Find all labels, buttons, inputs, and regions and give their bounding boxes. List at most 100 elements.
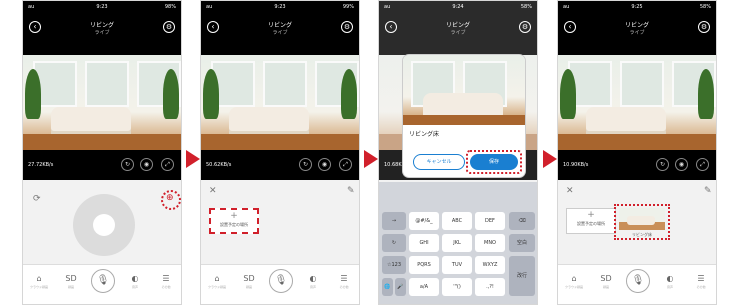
refresh-icon[interactable]: ⟳	[33, 194, 41, 204]
tab-audio[interactable]: ◐ 音声	[658, 274, 682, 290]
plus-icon: +	[587, 210, 595, 220]
app-header: ‹ リビング ライブ ⚙	[23, 13, 181, 55]
floor-image	[558, 134, 716, 150]
settings-icon[interactable]: ⚙	[519, 21, 531, 33]
mic-key[interactable]: 🎤	[395, 278, 406, 296]
fullscreen-icon[interactable]: ⤢	[161, 158, 174, 171]
key[interactable]: JKL	[442, 234, 472, 252]
cloud-recording-icon: ⌂	[571, 274, 577, 283]
key[interactable]: ↻	[382, 234, 406, 252]
key[interactable]: PQRS	[409, 256, 439, 274]
key[interactable]: WXYZ	[475, 256, 505, 274]
tab-audio[interactable]: ◐ 音声	[123, 274, 147, 290]
key[interactable]: @#/&_	[409, 212, 439, 230]
bottom-tab-bar: ⌂ クラウド録画 SD 録画 🎙 ◐ 音声 ☰ その他	[558, 264, 716, 304]
key[interactable]: '"()	[442, 278, 472, 296]
cloud-recording-icon: ⌂	[214, 274, 220, 283]
microphone-button[interactable]: 🎙	[626, 269, 650, 293]
settings-icon[interactable]: ⚙	[698, 21, 710, 33]
microphone-button[interactable]: 🎙	[269, 269, 293, 293]
settings-icon[interactable]: ⚙	[341, 21, 353, 33]
bottom-tab-bar: ⌂ クラウド録画 SD 録画 🎙 ◐ 音声 ☰ その他	[23, 264, 181, 304]
floor-image	[201, 134, 359, 150]
camera-icon[interactable]: ◉	[140, 158, 153, 171]
rotate-icon[interactable]: ↻	[121, 158, 134, 171]
save-button[interactable]: 保存	[470, 154, 518, 170]
screen-live-view: au 9:23 98% ‹ リビング ライブ ⚙ 27.72KB/s ↻ ◉ ⤢…	[22, 0, 182, 305]
ptz-joystick[interactable]	[73, 194, 135, 256]
tab-cloud-recording[interactable]: ⌂ クラウド録画	[562, 274, 586, 290]
preset-name-input[interactable]: リビング床	[409, 129, 519, 141]
sd-icon: SD	[600, 274, 612, 283]
clock: 9:24	[452, 4, 464, 10]
add-preset-tile[interactable]: + 設置予定の場所	[566, 208, 616, 234]
battery-label: 58%	[699, 4, 711, 10]
menu-icon: ☰	[697, 274, 705, 283]
sd-icon: SD	[243, 274, 255, 283]
key[interactable]: ☆123	[382, 256, 406, 274]
close-icon[interactable]: ✕	[566, 186, 574, 196]
preset-location-icon[interactable]: ⊕	[166, 193, 174, 203]
bottom-tab-bar: ⌂ クラウド録画 SD 録画 🎙 ◐ 音声 ☰ その他	[201, 264, 359, 304]
key[interactable]: .,?!	[475, 278, 505, 296]
tab-label: 音声	[666, 285, 673, 289]
preset-area: ✕ ✎ + 設置予定の場所	[201, 180, 359, 266]
camera-icon[interactable]: ◉	[318, 158, 331, 171]
microphone-button[interactable]: 🎙	[91, 269, 115, 293]
speaker-icon: ◐	[666, 274, 674, 283]
plant-image	[560, 69, 576, 119]
add-preset-label: 設置予定の場所	[577, 221, 605, 226]
tab-cloud-recording[interactable]: ⌂ クラウド録画	[27, 274, 51, 290]
screen-preset-add: au 9:23 99% ‹ リビング ライブ ⚙ 50.62KB/s ↻ ◉ ⤢…	[200, 0, 360, 305]
clock: 9:23	[274, 4, 286, 10]
settings-icon[interactable]: ⚙	[163, 21, 175, 33]
camera-video-feed	[23, 55, 181, 150]
tab-audio[interactable]: ◐ 音声	[301, 274, 325, 290]
key[interactable]: TUV	[442, 256, 472, 274]
globe-key[interactable]: 🌐	[382, 278, 393, 296]
step-arrow	[364, 150, 378, 168]
tab-cloud-recording[interactable]: ⌂ クラウド録画	[205, 274, 229, 290]
tab-sd[interactable]: SD 録画	[594, 274, 618, 290]
tab-more[interactable]: ☰ その他	[689, 274, 713, 290]
key[interactable]: MNO	[475, 234, 505, 252]
key[interactable]: GHI	[409, 234, 439, 252]
space-key[interactable]: 空白	[509, 234, 535, 252]
plant-image	[203, 69, 219, 119]
key[interactable]: ABC	[442, 212, 472, 230]
fullscreen-icon[interactable]: ⤢	[696, 158, 709, 171]
rotate-icon[interactable]: ↻	[656, 158, 669, 171]
key[interactable]: a/A	[409, 278, 439, 296]
edit-icon[interactable]: ✎	[704, 186, 712, 196]
preset-thumbnail[interactable]	[619, 208, 665, 230]
tab-more[interactable]: ☰ その他	[332, 274, 356, 290]
close-icon[interactable]: ✕	[209, 186, 217, 196]
bitrate-label: 50.62KB/s	[206, 162, 232, 168]
backspace-key[interactable]: ⌫	[509, 212, 535, 230]
joystick-knob[interactable]	[93, 214, 115, 236]
tab-sd[interactable]: SD 録画	[237, 274, 261, 290]
key[interactable]: DEF	[475, 212, 505, 230]
fullscreen-icon[interactable]: ⤢	[339, 158, 352, 171]
plus-icon: +	[230, 211, 238, 221]
key[interactable]: →	[382, 212, 406, 230]
return-key[interactable]: 改行	[509, 256, 535, 296]
camera-icon[interactable]: ◉	[675, 158, 688, 171]
app-header: ‹ リビング ライブ ⚙	[558, 13, 716, 55]
add-preset-tile[interactable]: + 設置予定の場所	[209, 208, 259, 234]
sd-icon: SD	[65, 274, 77, 283]
tab-sd[interactable]: SD 録画	[59, 274, 83, 290]
tab-more[interactable]: ☰ その他	[154, 274, 178, 290]
tab-label: 録画	[67, 285, 74, 289]
status-bar: au 9:24 58%	[379, 1, 537, 13]
edit-icon[interactable]: ✎	[347, 186, 355, 196]
tab-label: その他	[696, 285, 706, 289]
page-title: リビング	[624, 22, 649, 29]
window-image	[620, 61, 664, 107]
floor-image	[403, 115, 525, 125]
rotate-icon[interactable]: ↻	[299, 158, 312, 171]
plant-image	[341, 69, 357, 119]
screen-name-dialog: au 9:24 58% ‹ リビング ライブ ⚙ 10.68KB/s リビング床…	[378, 0, 538, 305]
speaker-icon: ◐	[131, 274, 139, 283]
cancel-button[interactable]: キャンセル	[413, 154, 465, 170]
